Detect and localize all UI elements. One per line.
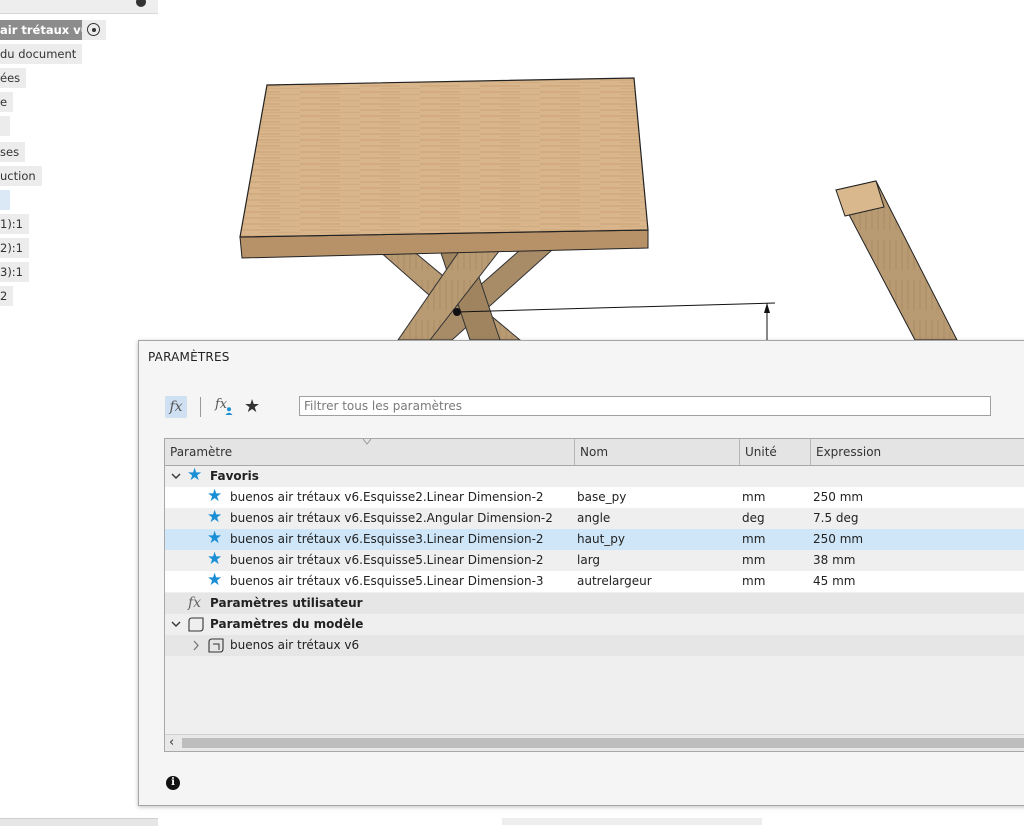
- favorite-star-icon[interactable]: ★: [207, 528, 222, 549]
- unit-cell: mm: [742, 532, 766, 546]
- group-label: Paramètres du modèle: [210, 617, 364, 631]
- dialog-title: PARAMÈTRES: [148, 350, 230, 364]
- component-label: buenos air trétaux v6: [230, 638, 360, 652]
- table-row[interactable]: ★ buenos air trétaux v6.Esquisse5.Linear…: [165, 549, 1024, 571]
- unit-cell: deg: [742, 511, 765, 525]
- browser-item-component[interactable]: [0, 190, 10, 210]
- table-row[interactable]: ★ buenos air trétaux v6.Esquisse2.Angula…: [165, 507, 1024, 529]
- param-cell: buenos air trétaux v6.Esquisse2.Angular …: [230, 511, 553, 525]
- group-row-user-parameters[interactable]: fx Paramètres utilisateur: [165, 593, 1024, 614]
- column-header-name[interactable]: Nom: [575, 439, 740, 465]
- expression-cell[interactable]: 38 mm: [813, 550, 855, 571]
- scroll-left-icon[interactable]: ‹: [169, 736, 174, 750]
- chevron-down-icon[interactable]: [170, 466, 182, 487]
- parameters-table: Paramètre Nom Unité Expression ★ Favoris…: [164, 438, 1024, 752]
- expression-cell[interactable]: 7.5 deg: [813, 508, 859, 529]
- model-icon: [188, 617, 204, 632]
- tree-row-model-component[interactable]: buenos air trétaux v6: [165, 635, 1024, 656]
- browser-panel: air trétaux v6 du document ées e ses uct…: [0, 0, 160, 320]
- table-row-selected[interactable]: ★ buenos air trétaux v6.Esquisse3.Linear…: [165, 528, 1024, 550]
- param-cell: buenos air trétaux v6.Esquisse5.Linear D…: [230, 574, 544, 588]
- param-cell: buenos air trétaux v6.Esquisse3.Linear D…: [230, 532, 544, 546]
- expression-cell[interactable]: 250 mm: [813, 487, 863, 508]
- group-label: Favoris: [210, 469, 259, 483]
- parameters-dialog: PARAMÈTRES fx fx ★ Paramètre Nom Unité E…: [138, 340, 1024, 806]
- param-cell: buenos air trétaux v6.Esquisse5.Linear D…: [230, 553, 544, 567]
- browser-item-sketches[interactable]: ses: [0, 142, 26, 162]
- filter-parameters-input[interactable]: [299, 396, 991, 416]
- side-leg: [835, 180, 958, 340]
- toolbar-divider: [200, 397, 201, 417]
- all-parameters-fx-icon[interactable]: fx: [165, 396, 187, 418]
- browser-item-construction[interactable]: uction: [0, 166, 42, 186]
- column-header-expression[interactable]: Expression: [811, 439, 1024, 465]
- person-icon: [225, 407, 233, 415]
- table-row[interactable]: ★ buenos air trétaux v6.Esquisse2.Linear…: [165, 486, 1024, 508]
- group-row-favorites[interactable]: ★ Favoris: [165, 465, 1024, 487]
- browser-header: [0, 0, 158, 14]
- group-row-model-parameters[interactable]: Paramètres du modèle: [165, 614, 1024, 635]
- unit-cell: mm: [742, 553, 766, 567]
- table-header: Paramètre Nom Unité Expression: [165, 439, 1024, 466]
- browser-item-origin[interactable]: e: [0, 92, 14, 112]
- fx-icon: fx: [188, 595, 202, 611]
- expression-cell[interactable]: 250 mm: [813, 529, 863, 550]
- favorite-star-icon[interactable]: ★: [207, 486, 222, 507]
- scrollbar-thumb[interactable]: [182, 738, 1024, 748]
- column-header-unit[interactable]: Unité: [740, 439, 811, 465]
- group-label: Paramètres utilisateur: [210, 596, 363, 610]
- name-cell[interactable]: haut_py: [577, 529, 625, 550]
- table-top: [239, 77, 649, 259]
- collapse-icon[interactable]: [136, 0, 146, 7]
- table-legs: [376, 249, 554, 340]
- param-cell: buenos air trétaux v6.Esquisse2.Linear D…: [230, 490, 544, 504]
- chevron-down-icon[interactable]: [170, 614, 182, 635]
- horizontal-scrollbar[interactable]: ‹: [165, 734, 1024, 751]
- favorite-star-icon[interactable]: ★: [207, 507, 222, 528]
- favorite-star-icon[interactable]: ★: [207, 570, 222, 591]
- chevron-right-icon[interactable]: [190, 635, 202, 656]
- browser-item-bodies[interactable]: [0, 116, 10, 136]
- favorite-star-icon: ★: [187, 465, 203, 485]
- favorites-star-icon[interactable]: ★: [244, 396, 260, 418]
- browser-item-occurrence-2[interactable]: 2):1: [0, 238, 29, 258]
- browser-root-item[interactable]: air trétaux v6: [0, 20, 95, 40]
- info-icon[interactable]: i: [166, 776, 180, 790]
- browser-item-occurrence-3[interactable]: 3):1: [0, 262, 29, 282]
- expression-cell[interactable]: 45 mm: [813, 571, 855, 592]
- activate-radio-icon[interactable]: [82, 20, 106, 40]
- browser-item-named-views[interactable]: ées: [0, 68, 27, 88]
- favorite-star-icon[interactable]: ★: [207, 549, 222, 570]
- name-cell[interactable]: angle: [577, 508, 610, 529]
- name-cell[interactable]: larg: [577, 550, 600, 571]
- name-cell[interactable]: autrelargeur: [577, 571, 652, 592]
- user-parameter-fx-icon[interactable]: fx: [215, 397, 235, 417]
- name-cell[interactable]: base_py: [577, 487, 626, 508]
- browser-item-occurrence-4[interactable]: 2: [0, 286, 14, 306]
- navigation-toolbar[interactable]: [502, 818, 762, 825]
- component-icon: [208, 638, 224, 653]
- sort-caret-icon: [363, 439, 371, 445]
- unit-cell: mm: [742, 574, 766, 588]
- table-row[interactable]: ★ buenos air trétaux v6.Esquisse5.Linear…: [165, 570, 1024, 592]
- unit-cell: mm: [742, 490, 766, 504]
- browser-item-occurrence-1[interactable]: 1):1: [0, 214, 29, 234]
- browser-item-document-settings[interactable]: du document: [0, 44, 83, 64]
